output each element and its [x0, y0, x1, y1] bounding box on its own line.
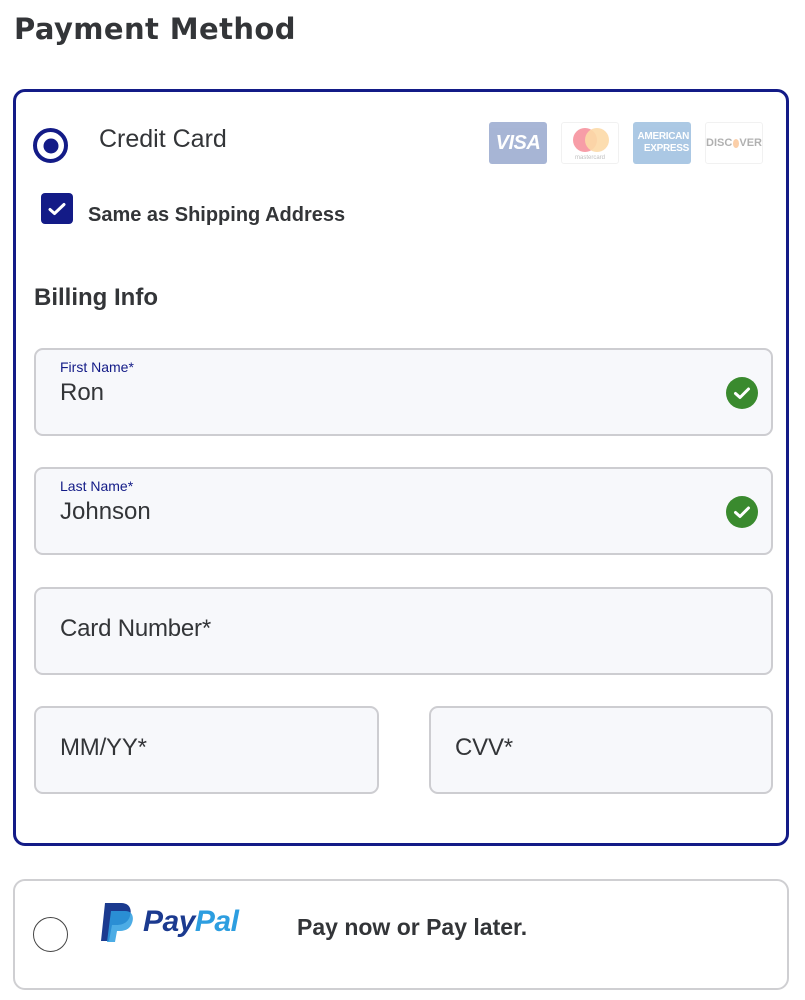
check-circle-icon — [726, 496, 758, 528]
mastercard-logo-text: mastercard — [574, 154, 605, 161]
first-name-field[interactable]: First Name* Ron — [34, 348, 773, 436]
card-logos: VISA mastercard AMERICAN EXPRESS DISC VER — [489, 122, 763, 164]
credit-card-radio[interactable] — [33, 128, 68, 163]
last-name-field[interactable]: Last Name* Johnson — [34, 467, 773, 555]
expiry-field[interactable]: MM/YY* — [34, 706, 379, 794]
mastercard-logo: mastercard — [561, 122, 619, 164]
paypal-radio[interactable] — [33, 917, 68, 952]
discover-o-icon — [732, 138, 739, 148]
discover-logo-pre: DISC — [706, 137, 733, 149]
paypal-p-icon — [101, 903, 133, 942]
paypal-panel[interactable]: PayPal Pay now or Pay later. — [13, 879, 789, 990]
discover-logo: DISC VER — [705, 122, 763, 164]
mastercard-circles-icon — [570, 127, 610, 154]
discover-logo-post: VER — [739, 137, 762, 149]
cvv-placeholder: CVV* — [455, 734, 513, 761]
amex-logo-line2: EXPRESS — [643, 143, 689, 155]
first-name-label: First Name* — [60, 359, 134, 375]
billing-info-title: Billing Info — [34, 284, 158, 311]
paypal-logo: PayPal — [99, 901, 239, 943]
visa-logo: VISA — [489, 122, 547, 164]
last-name-value[interactable]: Johnson — [60, 498, 151, 526]
last-name-label: Last Name* — [60, 478, 134, 494]
cvv-field[interactable]: CVV* — [429, 706, 773, 794]
expiry-placeholder: MM/YY* — [60, 734, 147, 761]
credit-card-panel[interactable]: Credit Card VISA mastercard AMERICAN EXP… — [13, 89, 789, 846]
checkmark-icon — [48, 202, 66, 215]
first-name-value[interactable]: Ron — [60, 379, 104, 407]
credit-card-label[interactable]: Credit Card — [99, 125, 227, 154]
paypal-wordmark: PayPal — [143, 905, 239, 938]
amex-logo-line1: AMERICAN — [637, 131, 689, 143]
card-number-field[interactable]: Card Number* — [34, 587, 773, 675]
visa-logo-text: VISA — [495, 131, 541, 154]
check-circle-icon — [726, 377, 758, 409]
amex-logo: AMERICAN EXPRESS — [633, 122, 691, 164]
same-as-shipping-label[interactable]: Same as Shipping Address — [88, 204, 345, 227]
card-number-placeholder: Card Number* — [60, 615, 211, 642]
same-as-shipping-checkbox[interactable] — [41, 193, 73, 224]
page-title: Payment Method — [14, 12, 296, 46]
paypal-description[interactable]: Pay now or Pay later. — [297, 914, 527, 941]
